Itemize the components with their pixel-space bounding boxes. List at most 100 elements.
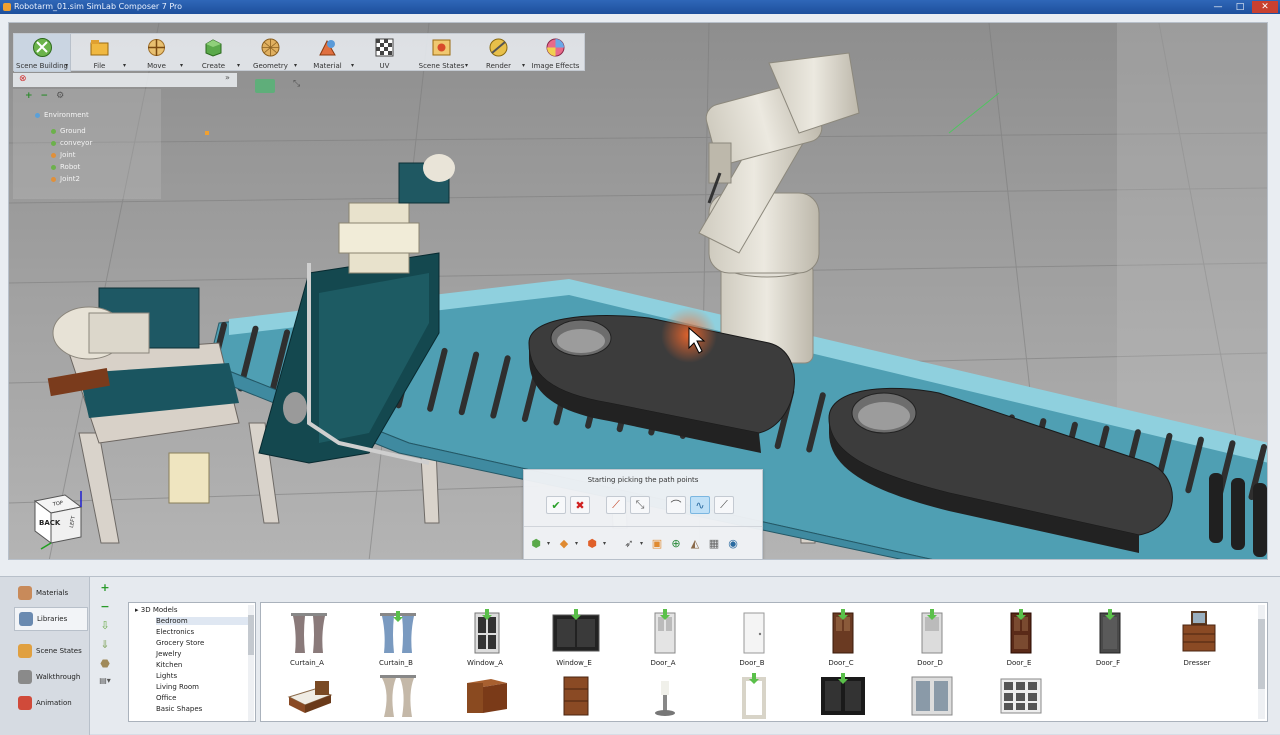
tab-materials[interactable]: Materials: [14, 581, 88, 605]
camera-icon[interactable]: ◉: [725, 536, 741, 552]
grid-icon[interactable]: ▦: [706, 536, 722, 552]
library-item-candle-holder[interactable]: [623, 669, 703, 721]
select-object-icon[interactable]: ⬢: [528, 536, 544, 552]
point-segment-button[interactable]: ⤡: [630, 496, 650, 514]
library-item-dark-window[interactable]: [801, 669, 881, 721]
expand-panel-icon[interactable]: »: [225, 73, 230, 82]
tab-scene-states[interactable]: Scene States: [14, 639, 88, 663]
library-category-jewelry[interactable]: Jewelry: [156, 650, 181, 658]
file-icon: [90, 40, 109, 56]
library-item-window-a[interactable]: Window_A: [445, 605, 525, 667]
import-library-icon[interactable]: ⇩: [100, 619, 109, 632]
window-icon: [552, 609, 600, 652]
library-options-icon[interactable]: ▤▾: [99, 676, 111, 689]
zoom-icon[interactable]: ⊕: [668, 536, 684, 552]
library-item-door-f[interactable]: Door_F: [1068, 605, 1148, 667]
walkthrough-icon: [18, 670, 32, 684]
select-face-icon[interactable]: ◆: [556, 536, 572, 552]
library-item-door-e[interactable]: Door_E: [979, 605, 1059, 667]
library-grid-scrollbar[interactable]: [1258, 605, 1265, 719]
add-node-icon[interactable]: +: [25, 91, 33, 101]
ribbon-geometry[interactable]: Geometry ▾: [242, 34, 299, 72]
image-effects-icon: [546, 38, 565, 57]
library-category-lights[interactable]: Lights: [156, 672, 177, 680]
close-button[interactable]: ✕: [1252, 1, 1278, 13]
ribbon-image-effects[interactable]: Image Effects: [527, 34, 584, 72]
scene-states-icon: [432, 39, 451, 56]
tree-node-joint[interactable]: Joint: [51, 151, 75, 159]
library-category-electronics[interactable]: Electronics: [156, 628, 194, 636]
library-category-bedroom[interactable]: Bedroom: [156, 617, 252, 625]
cabinet-icon: [563, 676, 589, 716]
library-folder-icon[interactable]: ⬣: [100, 657, 110, 670]
library-item-curtain-b[interactable]: Curtain_B: [356, 605, 436, 667]
tab-walkthrough[interactable]: Walkthrough: [14, 665, 88, 689]
3d-viewport[interactable]: Scene Building ▾ File ▾ Move ▾ Create ▾ Geom…: [8, 22, 1268, 560]
library-item-glass-window[interactable]: [890, 669, 970, 721]
tree-node-robot[interactable]: Robot: [51, 163, 80, 171]
scene-building-icon: [33, 38, 52, 57]
library-item-door-d[interactable]: Door_D: [890, 605, 970, 667]
tab-libraries[interactable]: Libraries: [14, 607, 88, 631]
library-item-window-e[interactable]: Window_E: [534, 605, 614, 667]
straight-segment-button[interactable]: ⟋: [714, 496, 734, 514]
close-tree-icon[interactable]: ⊗: [19, 74, 27, 84]
library-category-basic-shapes[interactable]: Basic Shapes: [156, 705, 202, 713]
download-library-icon[interactable]: ⇓: [100, 638, 109, 651]
remove-library-icon[interactable]: −: [100, 600, 109, 613]
tree-node-conveyor[interactable]: conveyor: [51, 139, 92, 147]
library-item-dresser[interactable]: Dresser: [1157, 605, 1237, 667]
remove-node-icon[interactable]: −: [41, 91, 49, 101]
arc-segment-button[interactable]: ⌒: [666, 496, 686, 514]
curve-segment-button[interactable]: ∿: [690, 496, 710, 514]
app-icon: [3, 3, 11, 11]
library-item-curtain[interactable]: [356, 669, 436, 721]
library-category-grocery-store[interactable]: Grocery Store: [156, 639, 204, 647]
library-item-bed[interactable]: [267, 669, 347, 721]
window-title: Robotarm_01.sim SimLab Composer 7 Pro: [14, 2, 183, 11]
add-library-icon[interactable]: +: [100, 581, 109, 594]
snap-icon[interactable]: ▣: [649, 536, 665, 552]
library-root[interactable]: ▸ 3D Models: [135, 606, 177, 614]
ribbon-material[interactable]: Material ▾: [299, 34, 356, 72]
select-box-icon[interactable]: ⬢: [584, 536, 600, 552]
ribbon-render[interactable]: Render ▾: [470, 34, 527, 72]
cube-face-back[interactable]: BACK: [39, 519, 60, 527]
ribbon-scene-states[interactable]: Scene States ▾: [413, 34, 470, 72]
tree-node-ground[interactable]: Ground: [51, 127, 86, 135]
tree-node-joint2[interactable]: Joint2: [51, 175, 80, 183]
window-icon: [1000, 678, 1042, 714]
library-category-office[interactable]: Office: [156, 694, 176, 702]
library-item-door-b[interactable]: Door_B: [712, 605, 792, 667]
accept-path-button[interactable]: ✔: [546, 496, 566, 514]
tree-settings-icon[interactable]: ⚙: [56, 91, 64, 101]
tab-animation[interactable]: Animation: [14, 691, 88, 715]
ribbon-scene-building[interactable]: Scene Building ▾: [14, 34, 71, 72]
library-item-door-a[interactable]: Door_A: [623, 605, 703, 667]
pointer-icon[interactable]: ➶: [621, 536, 637, 552]
minimize-button[interactable]: —: [1208, 1, 1228, 13]
maximize-button[interactable]: □: [1230, 1, 1250, 13]
line-segment-button[interactable]: ⟋: [606, 496, 626, 514]
library-item-door-frame[interactable]: [712, 669, 792, 721]
tree-node-environment[interactable]: Environment: [35, 111, 89, 119]
library-item-curtain-a[interactable]: Curtain_A: [267, 605, 347, 667]
ribbon-file[interactable]: File ▾: [71, 34, 128, 72]
library-item-door-c[interactable]: Door_C: [801, 605, 881, 667]
ribbon-create[interactable]: Create ▾: [185, 34, 242, 72]
library-category-tree: ▸ 3D Models Bedroom Electronics Grocery …: [128, 602, 256, 722]
ribbon-move[interactable]: Move ▾: [128, 34, 185, 72]
library-category-living-room[interactable]: Living Room: [156, 683, 199, 691]
pin-icon[interactable]: ⤡: [293, 79, 300, 89]
snapshot-camera-icon[interactable]: [255, 79, 275, 93]
plane-icon[interactable]: ◭: [687, 536, 703, 552]
library-item-multi-pane-window[interactable]: [979, 669, 1059, 721]
create-icon: [205, 39, 222, 57]
cancel-path-button[interactable]: ✖: [570, 496, 590, 514]
library-item-cabinet[interactable]: [534, 669, 614, 721]
navigation-cube[interactable]: BACK LEFT TOP: [31, 483, 89, 553]
ribbon-uv[interactable]: UV: [356, 34, 413, 72]
library-item-nightstand[interactable]: [445, 669, 525, 721]
library-category-kitchen[interactable]: Kitchen: [156, 661, 182, 669]
library-tree-scrollbar[interactable]: [248, 605, 254, 721]
